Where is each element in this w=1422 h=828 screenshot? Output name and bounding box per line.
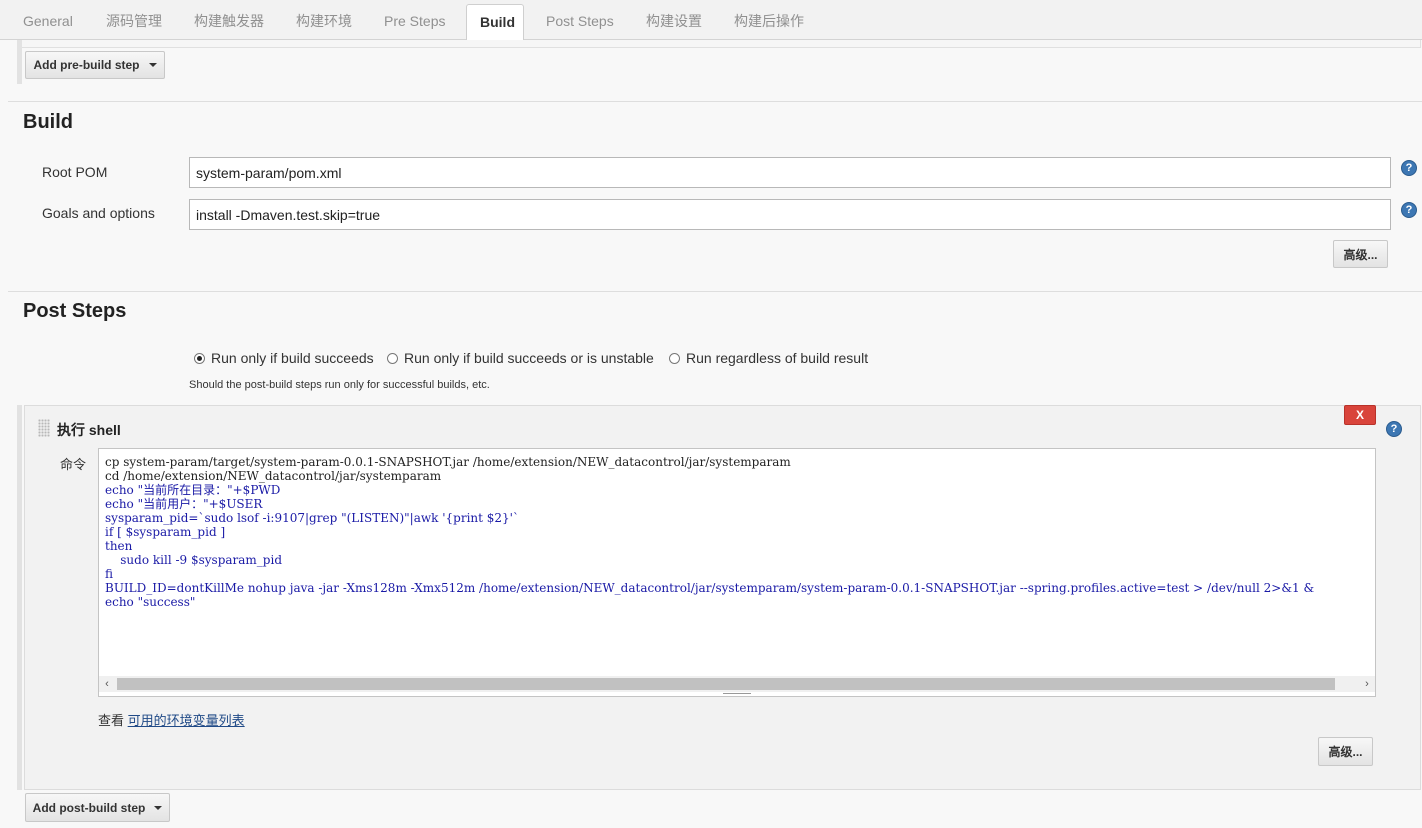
post-steps-left-bar (17, 405, 22, 790)
caret-down-icon (148, 63, 157, 67)
tab-bar: General 源码管理 构建触发器 构建环境 Pre Steps Build … (0, 0, 1422, 41)
add-post-build-step-button[interactable]: Add post-build step (25, 793, 170, 822)
radio-option-label: Run only if build succeeds or is unstabl… (404, 350, 654, 366)
shell-step-title: 执行 shell (57, 422, 121, 438)
radio-option-label: Run regardless of build result (686, 350, 869, 366)
command-code: cp system-param/target/system-param-0.0.… (105, 455, 1314, 609)
goals-options-label: Goals and options (42, 205, 155, 221)
tab-pre-steps[interactable]: Pre Steps (384, 0, 445, 40)
env-vars-prefix: 查看 (98, 713, 125, 728)
help-icon[interactable]: ? (1386, 421, 1402, 437)
pre-steps-container-edge (17, 40, 1421, 48)
drag-handle-icon[interactable] (38, 419, 50, 437)
tab-build-settings[interactable]: 构建设置 (646, 0, 702, 40)
command-editor[interactable]: cp system-param/target/system-param-0.0.… (98, 448, 1376, 697)
horizontal-scrollbar[interactable]: ‹ › (99, 676, 1375, 692)
help-icon[interactable]: ? (1401, 160, 1417, 176)
scroll-right-icon[interactable]: › (1359, 676, 1375, 692)
root-pom-input[interactable] (189, 157, 1391, 188)
env-vars-line: 查看 可用的环境变量列表 (98, 710, 245, 729)
env-vars-link[interactable]: 可用的环境变量列表 (128, 713, 245, 728)
divider (8, 101, 1422, 102)
build-section-title: Build (23, 111, 73, 133)
add-pre-build-step-label: Add pre-build step (33, 58, 140, 72)
code-line: echo "当前用户："+$USER (105, 497, 263, 511)
post-steps-section-title: Post Steps (23, 300, 127, 322)
tab-build-environment[interactable]: 构建环境 (296, 0, 352, 40)
tab-build[interactable]: Build (466, 4, 524, 41)
code-line: cd /home/extension/NEW_datacontrol/jar/s… (105, 469, 442, 483)
resize-handle-icon[interactable] (723, 693, 751, 696)
pre-steps-left-bar (17, 40, 22, 84)
scroll-left-icon[interactable]: ‹ (99, 676, 115, 692)
caret-down-icon (154, 805, 163, 810)
shell-advanced-button[interactable]: 高级... (1318, 737, 1373, 766)
tab-general[interactable]: General (23, 0, 73, 40)
build-advanced-button[interactable]: 高级... (1333, 240, 1388, 268)
radio-option-success-or-unstable[interactable]: Run only if build succeeds or is unstabl… (387, 350, 654, 366)
tab-post-build-actions[interactable]: 构建后操作 (734, 0, 804, 40)
code-line: fi (105, 567, 114, 581)
divider (8, 291, 1422, 292)
code-line: BUILD_ID=dontKillMe nohup java -jar -Xms… (105, 581, 1315, 595)
help-icon[interactable]: ? (1401, 202, 1417, 218)
post-steps-description: Should the post-build steps run only for… (189, 379, 490, 391)
code-line: if [ $sysparam_pid ] (105, 525, 226, 539)
tab-post-steps[interactable]: Post Steps (546, 0, 614, 40)
scrollbar-thumb[interactable] (117, 678, 1335, 690)
tab-build-triggers[interactable]: 构建触发器 (194, 0, 264, 40)
radio-option-success[interactable]: Run only if build succeeds (194, 350, 374, 366)
add-pre-build-step-button[interactable]: Add pre-build step (25, 51, 165, 79)
root-pom-label: Root POM (42, 164, 108, 180)
radio-option-label: Run only if build succeeds (211, 350, 374, 366)
delete-step-button[interactable]: X (1344, 405, 1376, 425)
radio-option-regardless[interactable]: Run regardless of build result (669, 350, 868, 366)
command-label: 命令 (60, 457, 87, 472)
radio-button[interactable] (387, 352, 398, 364)
tab-source-control[interactable]: 源码管理 (106, 0, 162, 40)
radio-button-checked[interactable] (194, 352, 205, 364)
code-line: sysparam_pid=`sudo lsof -i:9107|grep "(L… (105, 511, 519, 525)
radio-button[interactable] (669, 352, 680, 364)
code-line: echo "success" (105, 595, 196, 609)
code-line: cp system-param/target/system-param-0.0.… (105, 455, 791, 469)
code-line: echo "当前所在目录："+$PWD (105, 483, 281, 497)
code-line: then (105, 539, 133, 553)
goals-options-input[interactable] (189, 199, 1391, 230)
code-line: sudo kill -9 $sysparam_pid (105, 553, 283, 567)
add-post-build-step-label: Add post-build step (32, 800, 146, 815)
